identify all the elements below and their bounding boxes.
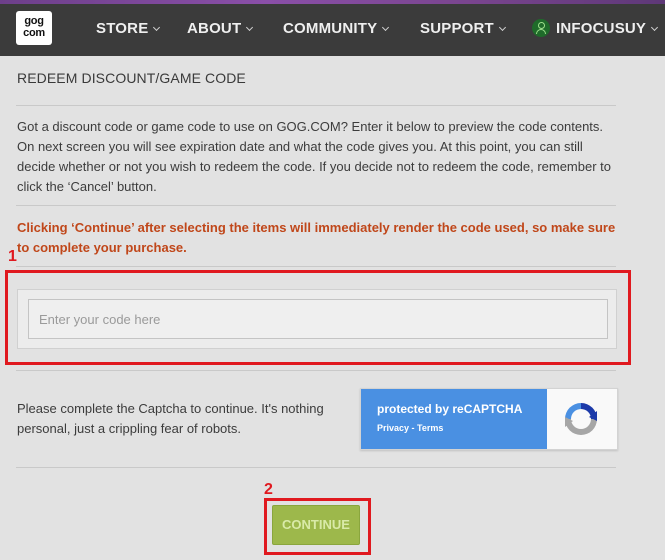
chevron-down-icon [246, 23, 254, 32]
username-label: INFOCUSUY [556, 20, 647, 37]
nav-support[interactable]: SUPPORT [420, 20, 506, 37]
recaptcha-banner: protected by reCAPTCHA Privacy - Terms [361, 389, 547, 449]
logo-text-bottom: com [23, 27, 45, 39]
logo-text-top: gog [24, 15, 44, 27]
nav-user-menu[interactable]: INFOCUSUY [556, 20, 659, 37]
nav-support-label: SUPPORT [420, 20, 494, 37]
annotation-box-1 [5, 270, 631, 365]
divider [16, 467, 616, 468]
chevron-down-icon [651, 23, 659, 32]
recaptcha-title: protected by reCAPTCHA [377, 402, 523, 416]
divider [16, 266, 616, 267]
nav-about-label: ABOUT [187, 20, 242, 37]
divider [16, 105, 616, 106]
gog-logo[interactable]: gog com [16, 11, 52, 45]
chevron-down-icon [153, 23, 161, 32]
captcha-prompt: Please complete the Captcha to continue.… [17, 401, 324, 436]
description-text: Got a discount code or game code to use … [17, 119, 612, 194]
annotation-number-1: 1 [8, 248, 17, 265]
chevron-down-icon [498, 23, 506, 32]
warning-text: Clicking ‘Continue’ after selecting the … [17, 220, 616, 255]
nav-community[interactable]: COMMUNITY [283, 20, 390, 37]
annotation-box-2 [264, 498, 371, 555]
nav-community-label: COMMUNITY [283, 20, 378, 37]
annotation-number-2: 2 [264, 481, 273, 498]
user-icon[interactable] [532, 19, 550, 37]
divider [16, 370, 616, 371]
nav-store[interactable]: STORE [96, 20, 161, 37]
recaptcha-links[interactable]: Privacy - Terms [377, 423, 443, 433]
nav-store-label: STORE [96, 20, 149, 37]
chevron-down-icon [382, 23, 390, 32]
top-navigation-bar: gog com STORE ABOUT COMMUNITY SUPPORT IN… [0, 0, 665, 56]
divider [16, 205, 616, 206]
nav-about[interactable]: ABOUT [187, 20, 254, 37]
recaptcha-logo-icon [565, 403, 597, 435]
page-title: REDEEM DISCOUNT/GAME CODE [17, 70, 246, 86]
recaptcha-widget[interactable]: protected by reCAPTCHA Privacy - Terms [360, 388, 618, 450]
